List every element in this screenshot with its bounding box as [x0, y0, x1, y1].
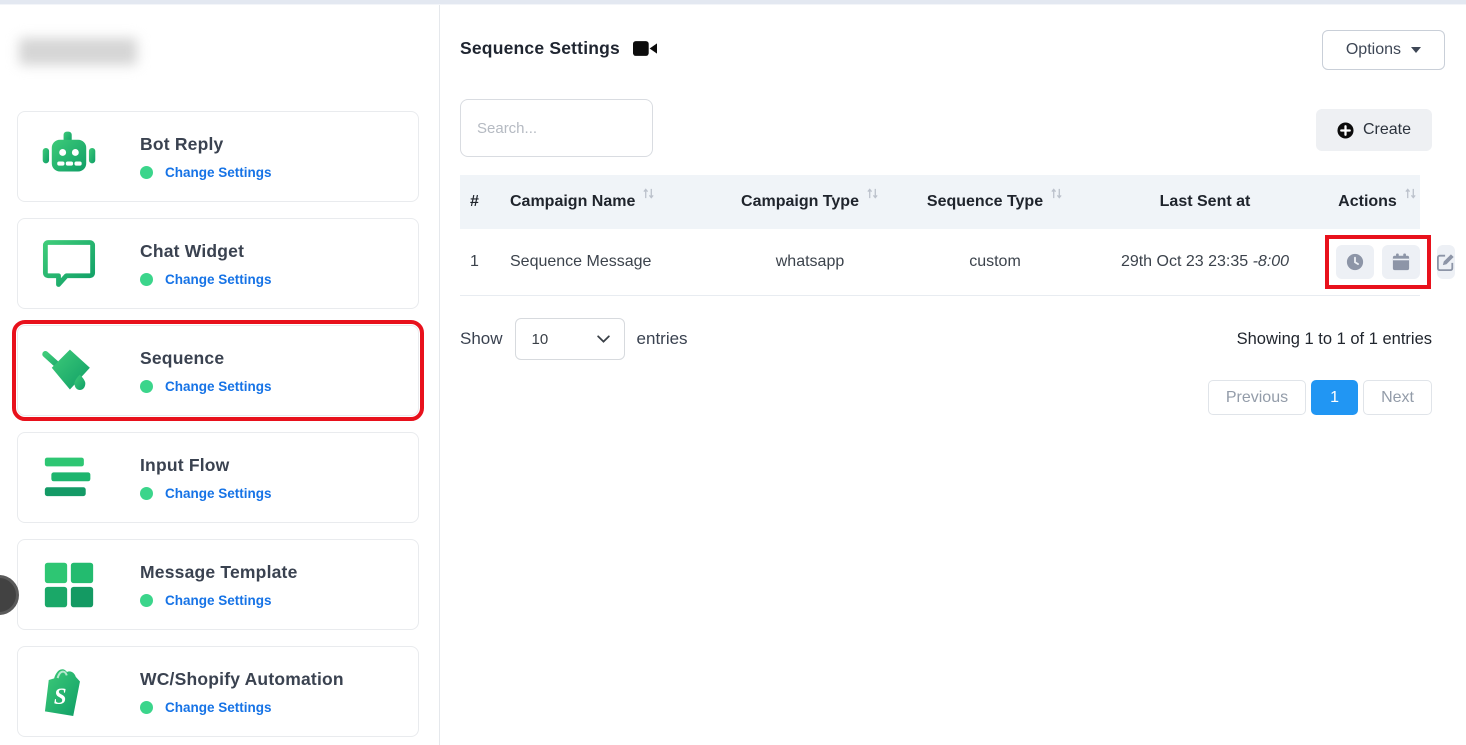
video-camera-icon[interactable]	[633, 40, 657, 57]
robot-icon	[40, 128, 98, 186]
sidebar-item-chat-widget[interactable]: Chat Widget Change Settings	[17, 218, 419, 309]
change-settings-link[interactable]: Change Settings	[165, 272, 272, 287]
options-button-label: Options	[1346, 41, 1401, 59]
shopify-bag-icon: S	[40, 663, 98, 721]
status-dot	[140, 380, 153, 393]
sidebar-item-bot-reply[interactable]: Bot Reply Change Settings	[17, 111, 419, 202]
column-header-index: #	[470, 193, 510, 211]
clock-icon	[1346, 253, 1364, 271]
sidebar-item-label: Chat Widget	[140, 241, 272, 262]
sidebar-item-sequence[interactable]: Sequence Change Settings	[17, 325, 419, 416]
calendar-icon	[1392, 253, 1410, 271]
timezone-offset: -8:00	[1253, 253, 1289, 270]
current-page-button[interactable]: 1	[1311, 380, 1358, 415]
paint-bucket-icon	[40, 342, 98, 400]
chevron-down-icon	[597, 335, 610, 343]
list-bars-icon	[40, 449, 98, 507]
campaign-type-cell: whatsapp	[715, 253, 905, 271]
sidebar-item-label: Sequence	[140, 348, 272, 369]
next-page-button[interactable]: Next	[1363, 380, 1432, 415]
sort-icon[interactable]	[866, 187, 879, 205]
sidebar-item-wc-shopify-automation[interactable]: S WC/Shopify Automation Change Settings	[17, 646, 419, 737]
showing-entries-text: Showing 1 to 1 of 1 entries	[1237, 330, 1432, 349]
chevron-down-icon	[1411, 47, 1421, 53]
table-row: 1 Sequence Message whatsapp custom 29th …	[460, 229, 1420, 296]
pagination: Previous 1 Next	[1208, 380, 1432, 415]
change-settings-link[interactable]: Change Settings	[165, 700, 272, 715]
edit-icon	[1437, 253, 1455, 271]
page-title: Sequence Settings	[460, 38, 620, 59]
column-header-last-sent-at[interactable]: Last Sent at	[1085, 193, 1325, 211]
status-dot	[140, 487, 153, 500]
create-button[interactable]: Create	[1316, 109, 1432, 151]
status-dot	[140, 273, 153, 286]
sidebar-item-input-flow[interactable]: Input Flow Change Settings	[17, 432, 419, 523]
status-dot	[140, 701, 153, 714]
page-size-select[interactable]: 10	[515, 318, 625, 360]
calendar-button[interactable]	[1382, 245, 1420, 279]
create-button-label: Create	[1363, 121, 1411, 139]
app-logo	[19, 38, 137, 65]
table-header-row: # Campaign Name Campaign Type	[460, 175, 1420, 229]
svg-text:S: S	[54, 683, 67, 708]
sidebar-item-label: WC/Shopify Automation	[140, 669, 344, 690]
sidebar-item-message-template[interactable]: Message Template Change Settings	[17, 539, 419, 630]
chat-bubble-icon	[40, 235, 98, 293]
last-sent-at-cell: 29th Oct 23 23:35 -8:00	[1085, 253, 1325, 271]
sidebar-item-label: Message Template	[140, 562, 298, 583]
plus-circle-icon	[1337, 122, 1354, 139]
status-dot	[140, 166, 153, 179]
schedule-clock-button[interactable]	[1336, 245, 1374, 279]
sidebar-item-label: Input Flow	[140, 455, 272, 476]
sidebar: Bot Reply Change Settings Chat Widget	[0, 5, 440, 745]
status-dot	[140, 594, 153, 607]
sort-icon[interactable]	[642, 187, 655, 205]
sort-icon[interactable]	[1404, 187, 1417, 205]
column-header-sequence-type[interactable]: Sequence Type	[905, 193, 1085, 211]
edit-button[interactable]	[1437, 245, 1455, 279]
highlight-red-box	[1325, 235, 1431, 289]
row-index: 1	[470, 253, 510, 271]
column-header-campaign-type[interactable]: Campaign Type	[715, 193, 905, 211]
sidebar-item-label: Bot Reply	[140, 134, 272, 155]
column-header-actions[interactable]: Actions	[1325, 193, 1430, 211]
change-settings-link[interactable]: Change Settings	[165, 486, 272, 501]
search-input[interactable]	[460, 99, 653, 157]
change-settings-link[interactable]: Change Settings	[165, 165, 272, 180]
page-size-value: 10	[532, 331, 549, 348]
sequence-table: # Campaign Name Campaign Type	[460, 175, 1420, 296]
sort-icon[interactable]	[1050, 187, 1063, 205]
sequence-type-cell: custom	[905, 253, 1085, 271]
show-label: Show	[460, 329, 503, 349]
previous-page-button[interactable]: Previous	[1208, 380, 1306, 415]
column-header-campaign-name[interactable]: Campaign Name	[510, 193, 715, 211]
change-settings-link[interactable]: Change Settings	[165, 593, 272, 608]
change-settings-link[interactable]: Change Settings	[165, 379, 272, 394]
actions-cell	[1325, 235, 1430, 289]
main-content: Sequence Settings Options	[440, 5, 1466, 745]
grid-icon	[40, 556, 98, 614]
entries-label: entries	[637, 329, 688, 349]
campaign-name-cell: Sequence Message	[510, 253, 715, 271]
options-button[interactable]: Options	[1322, 30, 1445, 70]
